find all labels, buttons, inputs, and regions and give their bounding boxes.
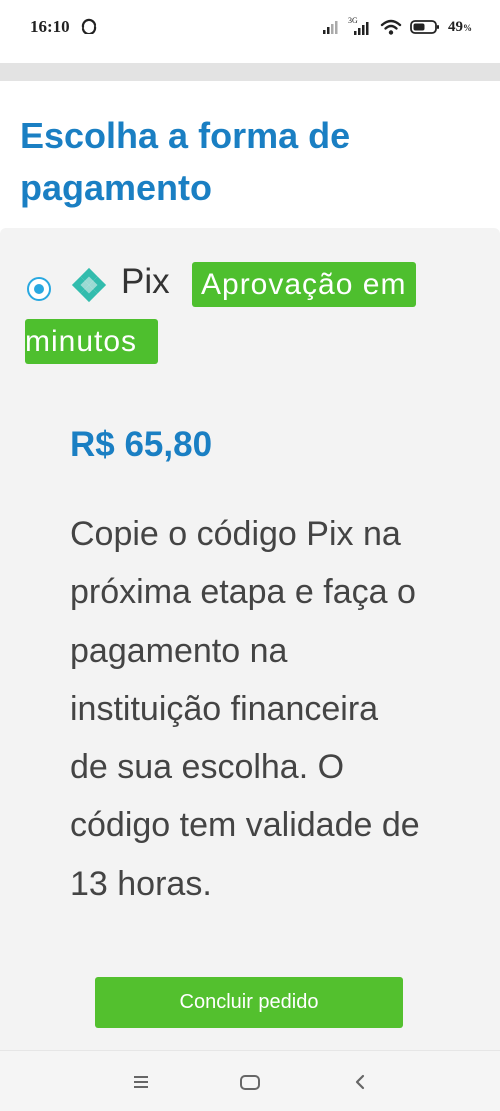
battery-icon bbox=[410, 20, 439, 34]
pix-logo-icon bbox=[71, 267, 107, 303]
page-title: Escolha a forma de pagamento bbox=[20, 115, 351, 208]
wifi-icon bbox=[380, 19, 402, 35]
sync-icon bbox=[81, 18, 97, 34]
signal-3g-icon: 3G bbox=[348, 16, 372, 36]
approval-badge-text-line1: Aprovação em bbox=[201, 268, 407, 301]
back-icon[interactable] bbox=[345, 1069, 375, 1095]
complete-order-button[interactable]: Concluir pedido bbox=[95, 977, 403, 1028]
approval-badge-text-line2: minutos bbox=[25, 325, 138, 358]
pix-radio-button[interactable] bbox=[27, 277, 51, 301]
battery-percent: 49% bbox=[448, 18, 472, 35]
home-icon[interactable] bbox=[235, 1069, 265, 1095]
payment-method-label: Pix bbox=[121, 262, 170, 301]
menu-icon[interactable] bbox=[126, 1069, 156, 1095]
order-total-price: R$ 65,80 bbox=[70, 425, 213, 464]
signal-icon bbox=[323, 21, 338, 34]
status-bar: 16:10 3G 49% bbox=[0, 0, 500, 56]
top-divider bbox=[0, 63, 500, 81]
status-indicators: 3G 49% bbox=[322, 16, 472, 38]
navigation-bar bbox=[0, 1050, 500, 1111]
pix-instructions: Copie o código Pix na próxima etapa e fa… bbox=[70, 515, 420, 903]
status-time: 16:10 bbox=[30, 17, 70, 36]
